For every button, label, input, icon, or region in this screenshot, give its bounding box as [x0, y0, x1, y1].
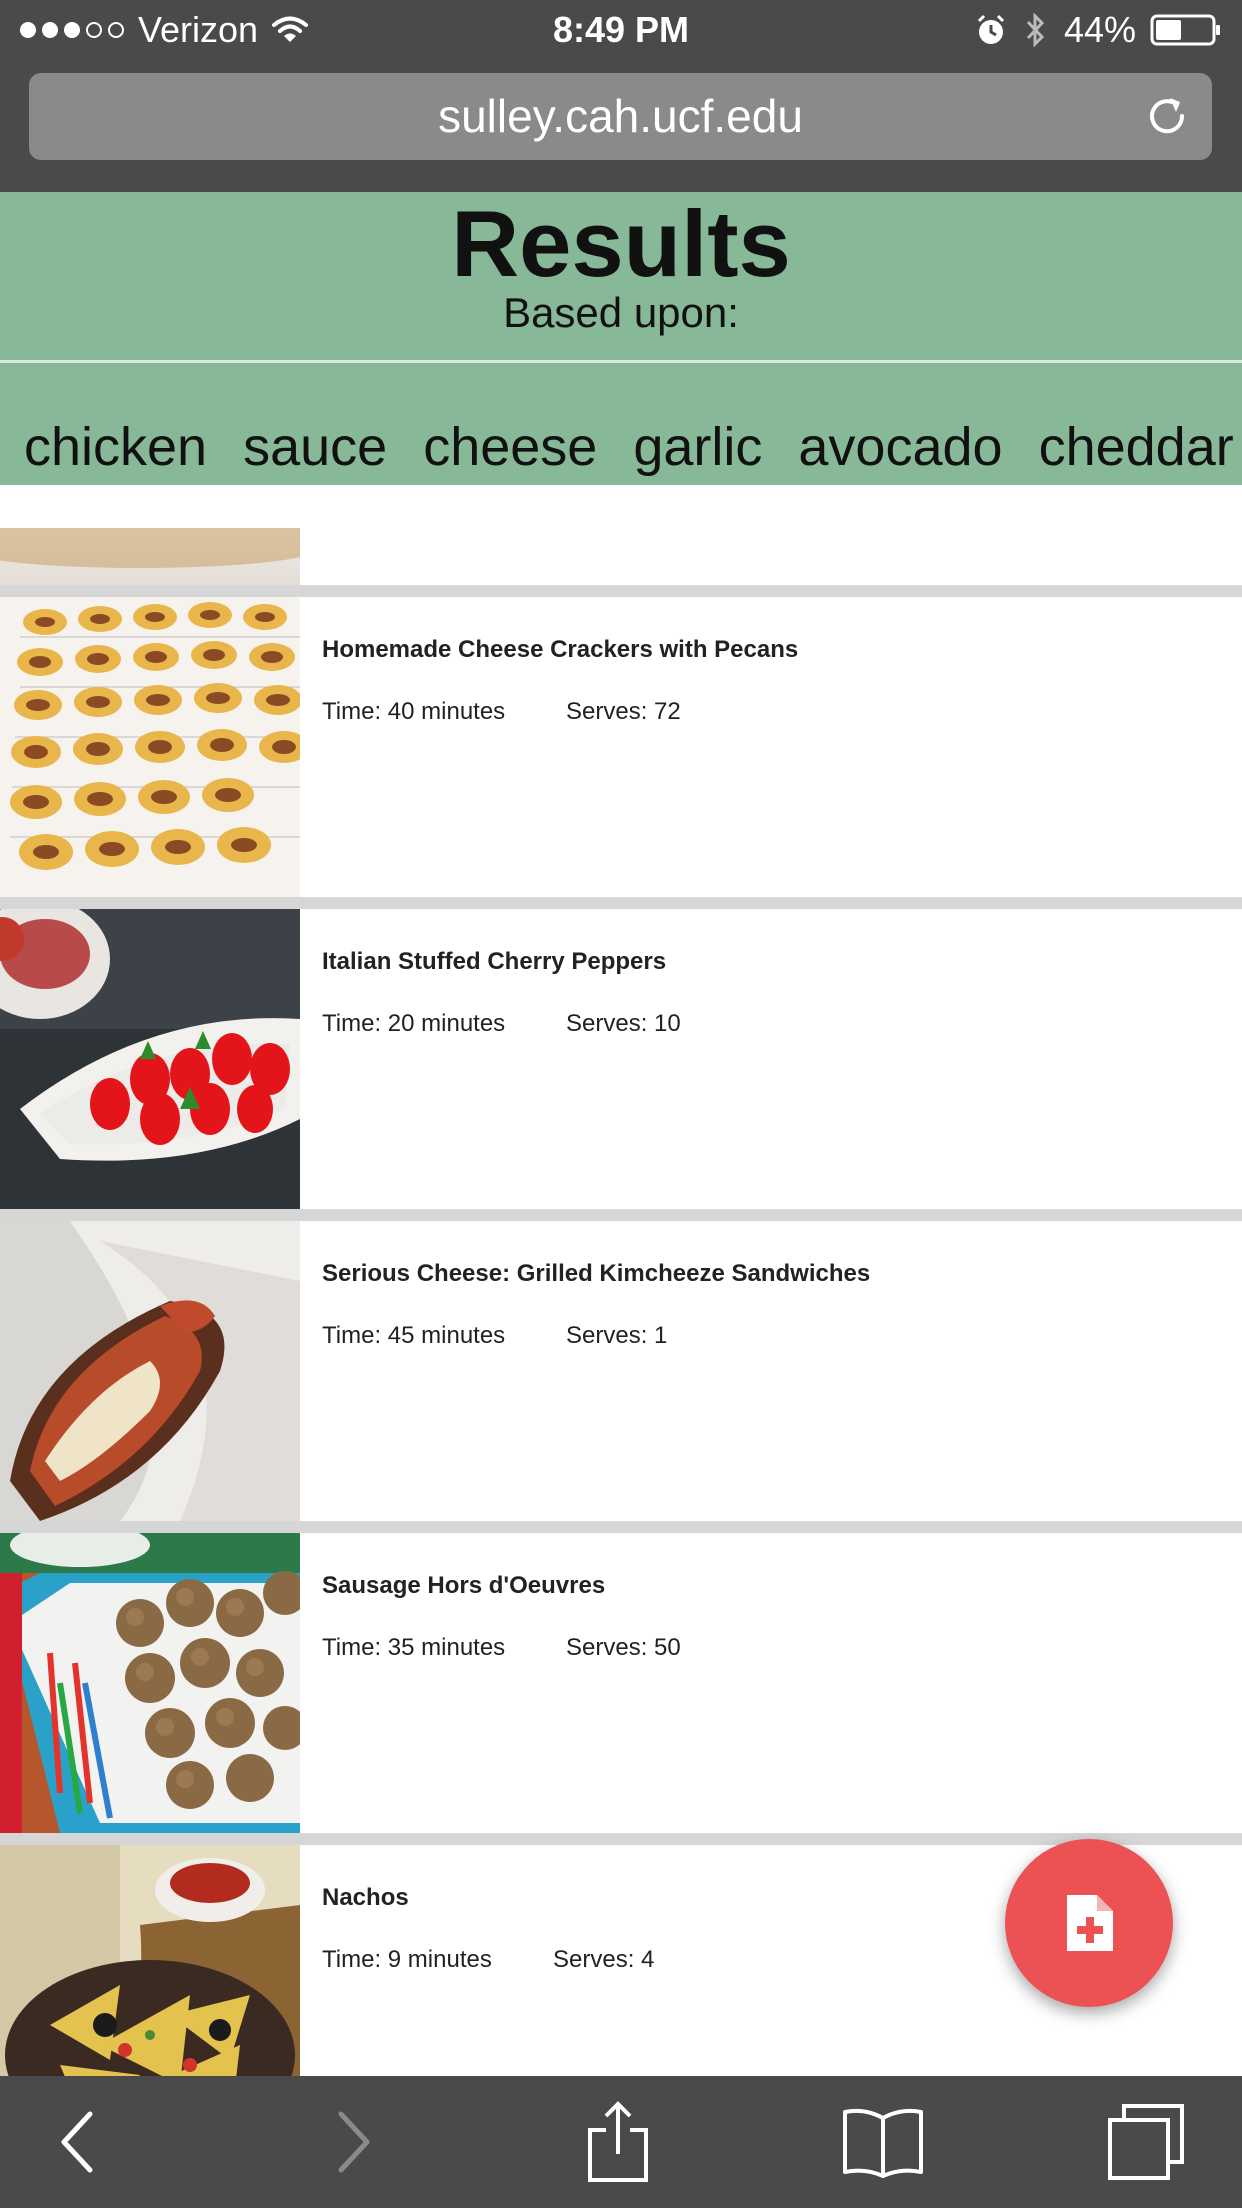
- recipe-title[interactable]: Italian Stuffed Cherry Peppers: [322, 947, 666, 977]
- recipe-thumbnail: [0, 597, 300, 897]
- address-bar[interactable]: sulley.cah.ucf.edu: [29, 73, 1212, 160]
- recipe-serves: Serves: 1: [566, 1322, 668, 1349]
- recipe-thumbnail: [0, 1533, 300, 1833]
- recipe-thumbnail: [0, 528, 300, 585]
- ingredient-tag[interactable]: chicken: [24, 415, 207, 479]
- tabs-button[interactable]: [1076, 2076, 1216, 2208]
- browser-toolbar: [0, 2076, 1242, 2208]
- row-divider: [0, 1209, 1242, 1221]
- recipe-time: Time: 9 minutes: [322, 1946, 492, 1973]
- battery-percent: 44%: [1063, 9, 1136, 50]
- share-button[interactable]: [548, 2076, 688, 2208]
- reload-icon[interactable]: [1144, 93, 1190, 139]
- tabs-icon: [1108, 2104, 1184, 2180]
- recipe-serves: Serves: 50: [566, 1634, 681, 1661]
- bookmarks-button[interactable]: [813, 2076, 953, 2208]
- ingredient-tags-bar[interactable]: chicken sauce cheese garlic avocado ched…: [0, 363, 1242, 485]
- add-recipe-button[interactable]: [1005, 1839, 1173, 2007]
- add-document-icon: [1067, 1895, 1113, 1951]
- row-divider: [0, 897, 1242, 909]
- recipe-thumbnail: [0, 909, 300, 1209]
- browser-top-chrome: Verizon 8:49 PM 44% sulley.cah.ucf.edu: [0, 0, 1242, 192]
- recipe-serves: Serves: 4: [553, 1946, 655, 1973]
- recipe-time: Time: 35 minutes: [322, 1634, 506, 1661]
- recipe-time: Time: 40 minutes: [322, 698, 506, 725]
- ingredient-tag[interactable]: cheese: [423, 415, 597, 479]
- recipe-thumbnail: [0, 1845, 300, 2076]
- recipe-title[interactable]: Serious Cheese: Grilled Kimcheeze Sandwi…: [322, 1259, 870, 1289]
- recipe-serves: Serves: 72: [566, 698, 681, 725]
- recipe-row-partial[interactable]: [0, 485, 1242, 585]
- recipe-list[interactable]: Homemade Cheese Crackers with Pecans Tim…: [0, 485, 1242, 2076]
- results-header: Results Based upon:: [0, 192, 1242, 360]
- bluetooth-icon: [1026, 13, 1045, 47]
- recipe-row[interactable]: Homemade Cheese Crackers with Pecans Tim…: [0, 597, 1242, 897]
- ingredient-tag[interactable]: sauce: [243, 415, 387, 479]
- page-title: Results: [451, 191, 791, 296]
- recipe-serves: Serves: 10: [566, 1010, 681, 1037]
- url-text[interactable]: sulley.cah.ucf.edu: [29, 73, 1212, 160]
- recipe-title[interactable]: Homemade Cheese Crackers with Pecans: [322, 635, 798, 665]
- recipe-time: Time: 20 minutes: [322, 1010, 506, 1037]
- ingredient-tag[interactable]: cheddar: [1039, 415, 1234, 479]
- row-divider: [0, 1833, 1242, 1845]
- row-divider: [0, 585, 1242, 597]
- share-icon: [588, 2101, 648, 2182]
- bookmarks-icon: [843, 2108, 923, 2178]
- back-icon: [61, 2111, 93, 2173]
- recipe-title[interactable]: Nachos: [322, 1883, 409, 1913]
- recipe-thumbnail: [0, 1221, 300, 1521]
- ingredient-list: chicken sauce cheese garlic avocado ched…: [24, 415, 1234, 479]
- recipe-row[interactable]: Serious Cheese: Grilled Kimcheeze Sandwi…: [0, 1221, 1242, 1521]
- status-right: 44%: [976, 10, 1222, 50]
- recipe-row[interactable]: Italian Stuffed Cherry Peppers Time: 20 …: [0, 909, 1242, 1209]
- battery-icon: [1150, 14, 1220, 46]
- page-subtitle: Based upon:: [503, 289, 739, 336]
- recipe-row[interactable]: Sausage Hors d'Oeuvres Time: 35 minutes …: [0, 1533, 1242, 1833]
- ingredient-tag[interactable]: avocado: [798, 415, 1002, 479]
- recipe-time: Time: 45 minutes: [322, 1322, 506, 1349]
- ingredient-tag[interactable]: garlic: [633, 415, 762, 479]
- status-bar: Verizon 8:49 PM 44%: [0, 0, 1242, 62]
- forward-icon: [338, 2111, 370, 2173]
- forward-button[interactable]: [283, 2076, 423, 2208]
- row-divider: [0, 1521, 1242, 1533]
- recipe-title[interactable]: Sausage Hors d'Oeuvres: [322, 1571, 605, 1601]
- back-button[interactable]: [8, 2076, 148, 2208]
- alarm-icon: [977, 14, 1004, 44]
